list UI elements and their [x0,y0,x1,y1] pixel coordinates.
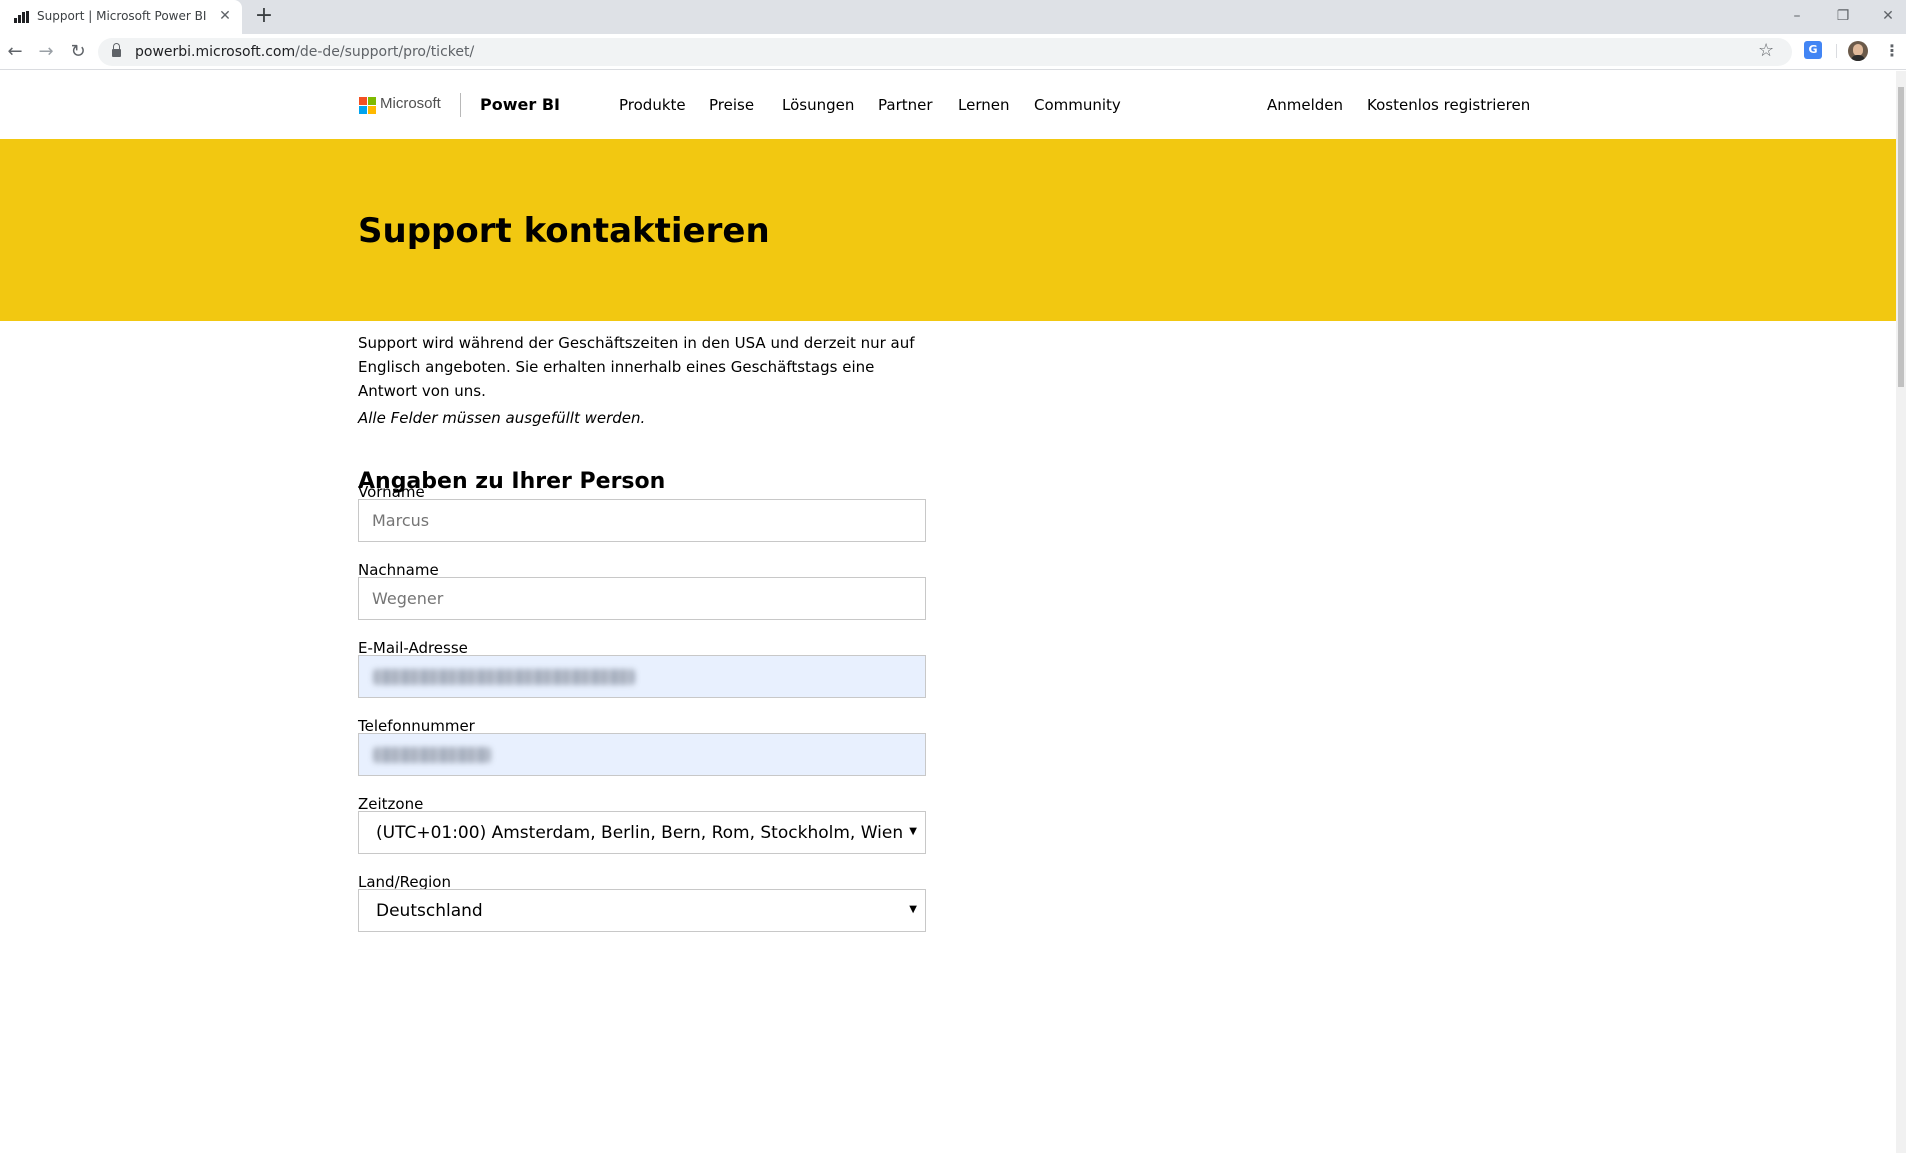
phone-field[interactable] [358,733,926,776]
page-title: Support kontaktieren [358,211,770,251]
timezone-selected-value: (UTC+01:00) Amsterdam, Berlin, Bern, Rom… [376,823,904,843]
browser-toolbar: ← → ↻ powerbi.microsoft.com/de-de/suppor… [0,34,1906,70]
bookmark-star-icon[interactable]: ☆ [1758,40,1774,61]
minimize-icon[interactable]: – [1784,5,1810,27]
browser-tabstrip: Support | Microsoft Power BI ✕ + – ❐ ✕ [0,0,1906,34]
close-window-icon[interactable]: ✕ [1875,5,1901,27]
last-name-input[interactable] [359,578,925,619]
microsoft-logo-icon[interactable] [359,97,376,114]
back-icon[interactable]: ← [3,40,27,64]
hero-banner: Support kontaktieren [0,139,1896,321]
country-select[interactable]: Deutschland ▼ [358,889,926,932]
nav-community[interactable]: Community [1034,96,1121,114]
toolbar-divider [1836,44,1837,58]
bar-chart-icon [14,11,30,23]
power-bi-brand-link[interactable]: Power BI [480,95,560,114]
timezone-select[interactable]: (UTC+01:00) Amsterdam, Berlin, Bern, Rom… [358,811,926,854]
nav-produkte[interactable]: Produkte [619,96,686,114]
first-name-input[interactable] [359,500,925,541]
new-tab-button[interactable]: + [252,5,276,29]
profile-avatar-icon[interactable] [1848,41,1868,61]
reload-icon[interactable]: ↻ [66,40,90,64]
forward-icon[interactable]: → [34,40,58,64]
nav-lernen[interactable]: Lernen [958,96,1009,114]
first-name-field[interactable] [358,499,926,542]
page-scrollbar[interactable] [1896,71,1906,1153]
lock-icon[interactable] [112,43,121,57]
nav-loesungen[interactable]: Lösungen [782,96,854,114]
header-divider [460,93,461,117]
email-field[interactable] [358,655,926,698]
tab-title: Support | Microsoft Power BI [37,9,207,23]
required-note: Alle Felder müssen ausgefüllt werden. [358,409,646,427]
last-name-field[interactable] [358,577,926,620]
site-header: Microsoft Power BI Produkte Preise Lösun… [0,71,1896,139]
url-text[interactable]: powerbi.microsoft.com/de-de/support/pro/… [135,44,474,60]
nav-partner[interactable]: Partner [878,96,933,114]
tab-close-icon[interactable]: ✕ [216,7,234,25]
signin-link[interactable]: Anmelden [1267,96,1343,114]
translate-extension-icon[interactable]: G [1804,41,1822,59]
page-viewport: Microsoft Power BI Produkte Preise Lösun… [0,71,1896,1153]
chevron-down-icon: ▼ [909,904,917,915]
microsoft-label[interactable]: Microsoft [380,95,441,112]
restore-icon[interactable]: ❐ [1830,5,1856,27]
browser-tab[interactable]: Support | Microsoft Power BI ✕ [0,0,242,34]
redacted-email-value [373,669,635,685]
nav-preise[interactable]: Preise [709,96,754,114]
address-bar[interactable]: powerbi.microsoft.com/de-de/support/pro/… [98,38,1792,66]
redacted-phone-value [373,747,491,763]
intro-text: Support wird während der Geschäftszeiten… [358,334,915,400]
register-link[interactable]: Kostenlos registrieren [1367,96,1530,114]
country-selected-value: Deutschland [376,901,483,921]
scrollbar-thumb[interactable] [1898,87,1904,387]
chevron-down-icon: ▼ [909,826,917,837]
browser-menu-icon[interactable]: ⋮ [1884,40,1900,62]
